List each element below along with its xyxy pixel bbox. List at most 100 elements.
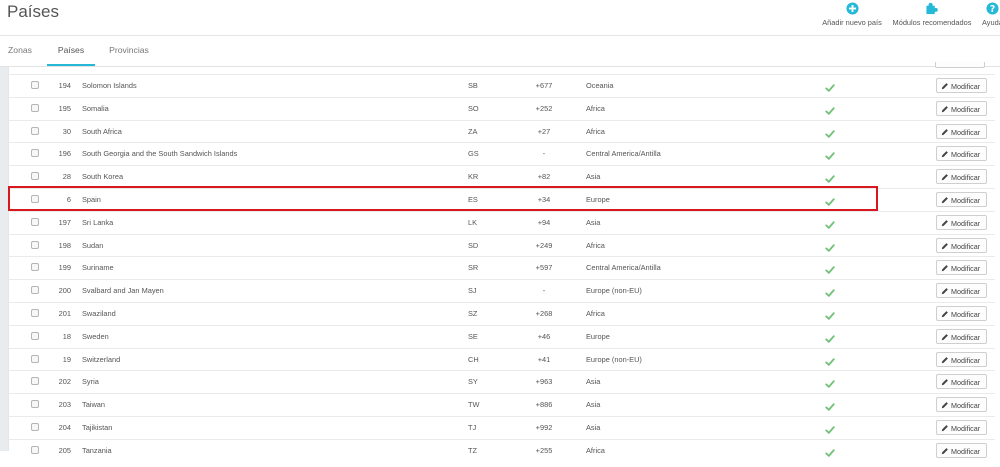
table-row[interactable]: 197 Sri Lanka LK +94 Asia Modificar: [9, 210, 995, 234]
table-row[interactable]: 201 Swaziland SZ +268 Africa Modificar: [9, 302, 995, 325]
country-name: Taiwan: [82, 400, 106, 410]
help-button[interactable]: ? Ayuda: [978, 0, 1000, 34]
enabled-check-icon[interactable]: [825, 126, 837, 138]
modify-button[interactable]: Modificar: [936, 283, 987, 299]
row-checkbox[interactable]: [31, 195, 39, 203]
row-checkbox[interactable]: [31, 149, 39, 158]
country-name: Sweden: [82, 331, 109, 341]
iso-code: SY: [468, 377, 478, 387]
table-row[interactable]: 30 South Africa ZA +27 Africa Modificar: [9, 119, 995, 143]
page-title: Países: [7, 2, 59, 21]
call-prefix: +27: [537, 126, 551, 136]
country-id: 200: [58, 286, 71, 296]
country-name: Suriname: [82, 263, 114, 273]
table-row[interactable]: 19 Switzerland CH +41 Europe (non-EU) Modific…: [9, 347, 995, 371]
row-checkbox[interactable]: [31, 354, 39, 363]
row-checkbox[interactable]: [31, 423, 39, 431]
enabled-check-icon[interactable]: [825, 331, 837, 343]
help-label: Ayuda: [982, 18, 1000, 27]
modify-button[interactable]: Modificar: [936, 328, 987, 344]
table-row[interactable]: 18 Sweden SE +46 Europe Modificar: [9, 324, 995, 348]
recommended-modules-button[interactable]: Módulos recomendados: [888, 0, 976, 34]
modify-button[interactable]: Modificar: [936, 146, 987, 162]
modify-button[interactable]: Modificar: [936, 100, 987, 116]
modify-button-label: Modificar: [951, 104, 981, 114]
zone: Africa: [586, 309, 605, 318]
table-row[interactable]: 203 Taiwan TW +886 Asia Modificar: [9, 393, 995, 416]
modify-button[interactable]: Modificar: [936, 123, 987, 139]
table-row[interactable]: 204 Tajikistan TJ +992 Asia Modificar: [9, 416, 995, 439]
modify-button[interactable]: Modificar: [936, 397, 987, 413]
country-id: 202: [58, 377, 71, 387]
modify-button[interactable]: Modificar: [936, 306, 987, 321]
row-checkbox[interactable]: [31, 217, 39, 226]
pencil-icon: [941, 242, 948, 249]
country-id: 203: [58, 400, 71, 410]
call-prefix: +677: [535, 81, 553, 90]
help-icon: ?: [986, 2, 999, 15]
table-row[interactable]: 6 Spain ES +34 Europe Modificar: [9, 188, 995, 211]
modify-button[interactable]: Modificar: [936, 214, 987, 230]
enabled-check-icon[interactable]: [825, 399, 837, 411]
countries-table: 194 Solomon Islands SB +677 Oceania Modificar…: [8, 67, 995, 458]
modify-button[interactable]: Modificar: [936, 351, 987, 367]
row-checkbox[interactable]: [31, 445, 39, 454]
enabled-check-icon[interactable]: [825, 308, 837, 320]
puzzle-icon: [926, 2, 938, 15]
add-new-country-button[interactable]: Añadir nuevo país: [820, 0, 884, 34]
modify-button[interactable]: Modificar: [936, 237, 987, 253]
enabled-check-icon[interactable]: [825, 262, 837, 275]
enabled-check-icon[interactable]: [825, 217, 837, 229]
table-row[interactable]: 202 Syria SY +963 Asia Modificar: [9, 370, 995, 393]
country-name: South Korea: [82, 172, 124, 182]
table-row[interactable]: 198 Sudan SD +249 Africa Modificar: [9, 233, 995, 257]
row-checkbox[interactable]: [31, 309, 39, 317]
tab-zonas[interactable]: Zonas: [0, 36, 40, 64]
call-prefix: +886: [535, 400, 553, 410]
row-checkbox[interactable]: [31, 103, 39, 112]
call-prefix: +597: [535, 263, 553, 273]
pencil-icon: [941, 105, 948, 112]
row-checkbox[interactable]: [31, 126, 39, 135]
row-checkbox[interactable]: [31, 377, 39, 386]
row-checkbox[interactable]: [31, 331, 39, 340]
modify-button-label: Modificar: [951, 332, 981, 342]
modify-button[interactable]: Modificar: [936, 420, 987, 435]
table-row[interactable]: 28 South Korea KR +82 Asia Modificar: [9, 165, 995, 188]
enabled-check-icon[interactable]: [825, 422, 837, 434]
modify-button[interactable]: Modificar: [936, 260, 987, 276]
tab-provincias[interactable]: Provincias: [100, 36, 158, 64]
row-checkbox[interactable]: [31, 81, 39, 89]
row-checkbox[interactable]: [31, 263, 39, 272]
enabled-check-icon[interactable]: [825, 171, 837, 183]
modify-button[interactable]: Modificar: [936, 374, 987, 390]
table-row[interactable]: 196 South Georgia and the South Sandwich …: [9, 142, 995, 165]
modify-button[interactable]: Modificar: [936, 442, 987, 458]
enabled-check-icon[interactable]: [825, 194, 837, 206]
row-checkbox[interactable]: [31, 240, 39, 249]
table-row[interactable]: 199 Suriname SR +597 Central America/Antilla…: [9, 256, 995, 279]
modify-button[interactable]: Modificar: [936, 78, 987, 93]
country-name: Tajikistan: [82, 423, 113, 432]
enabled-check-icon[interactable]: [825, 240, 837, 252]
call-prefix: -: [542, 149, 546, 159]
enabled-check-icon[interactable]: [825, 103, 837, 115]
table-row[interactable]: 205 Tanzania TZ +255 Africa Modificar: [9, 438, 995, 462]
enabled-check-icon[interactable]: [825, 148, 837, 161]
row-checkbox[interactable]: [31, 172, 39, 181]
modify-button[interactable]: Modificar: [936, 169, 987, 185]
enabled-check-icon[interactable]: [825, 354, 837, 366]
row-checkbox[interactable]: [31, 400, 39, 409]
enabled-check-icon[interactable]: [825, 80, 837, 92]
table-row[interactable]: 194 Solomon Islands SB +677 Oceania Modificar: [9, 74, 995, 97]
enabled-check-icon[interactable]: [825, 376, 837, 389]
modify-button-label: Modificar: [951, 196, 981, 205]
tab-paises[interactable]: Países: [47, 36, 95, 66]
country-name: Switzerland: [82, 354, 121, 364]
table-row[interactable]: 195 Somalia SO +252 Africa Modificar: [9, 96, 995, 120]
row-checkbox[interactable]: [31, 286, 39, 295]
enabled-check-icon[interactable]: [825, 285, 837, 297]
modify-button[interactable]: Modificar: [936, 192, 987, 207]
modify-button-label: Modificar: [951, 150, 981, 160]
table-row[interactable]: 200 Svalbard and Jan Mayen SJ - Europe (non-…: [9, 279, 995, 302]
